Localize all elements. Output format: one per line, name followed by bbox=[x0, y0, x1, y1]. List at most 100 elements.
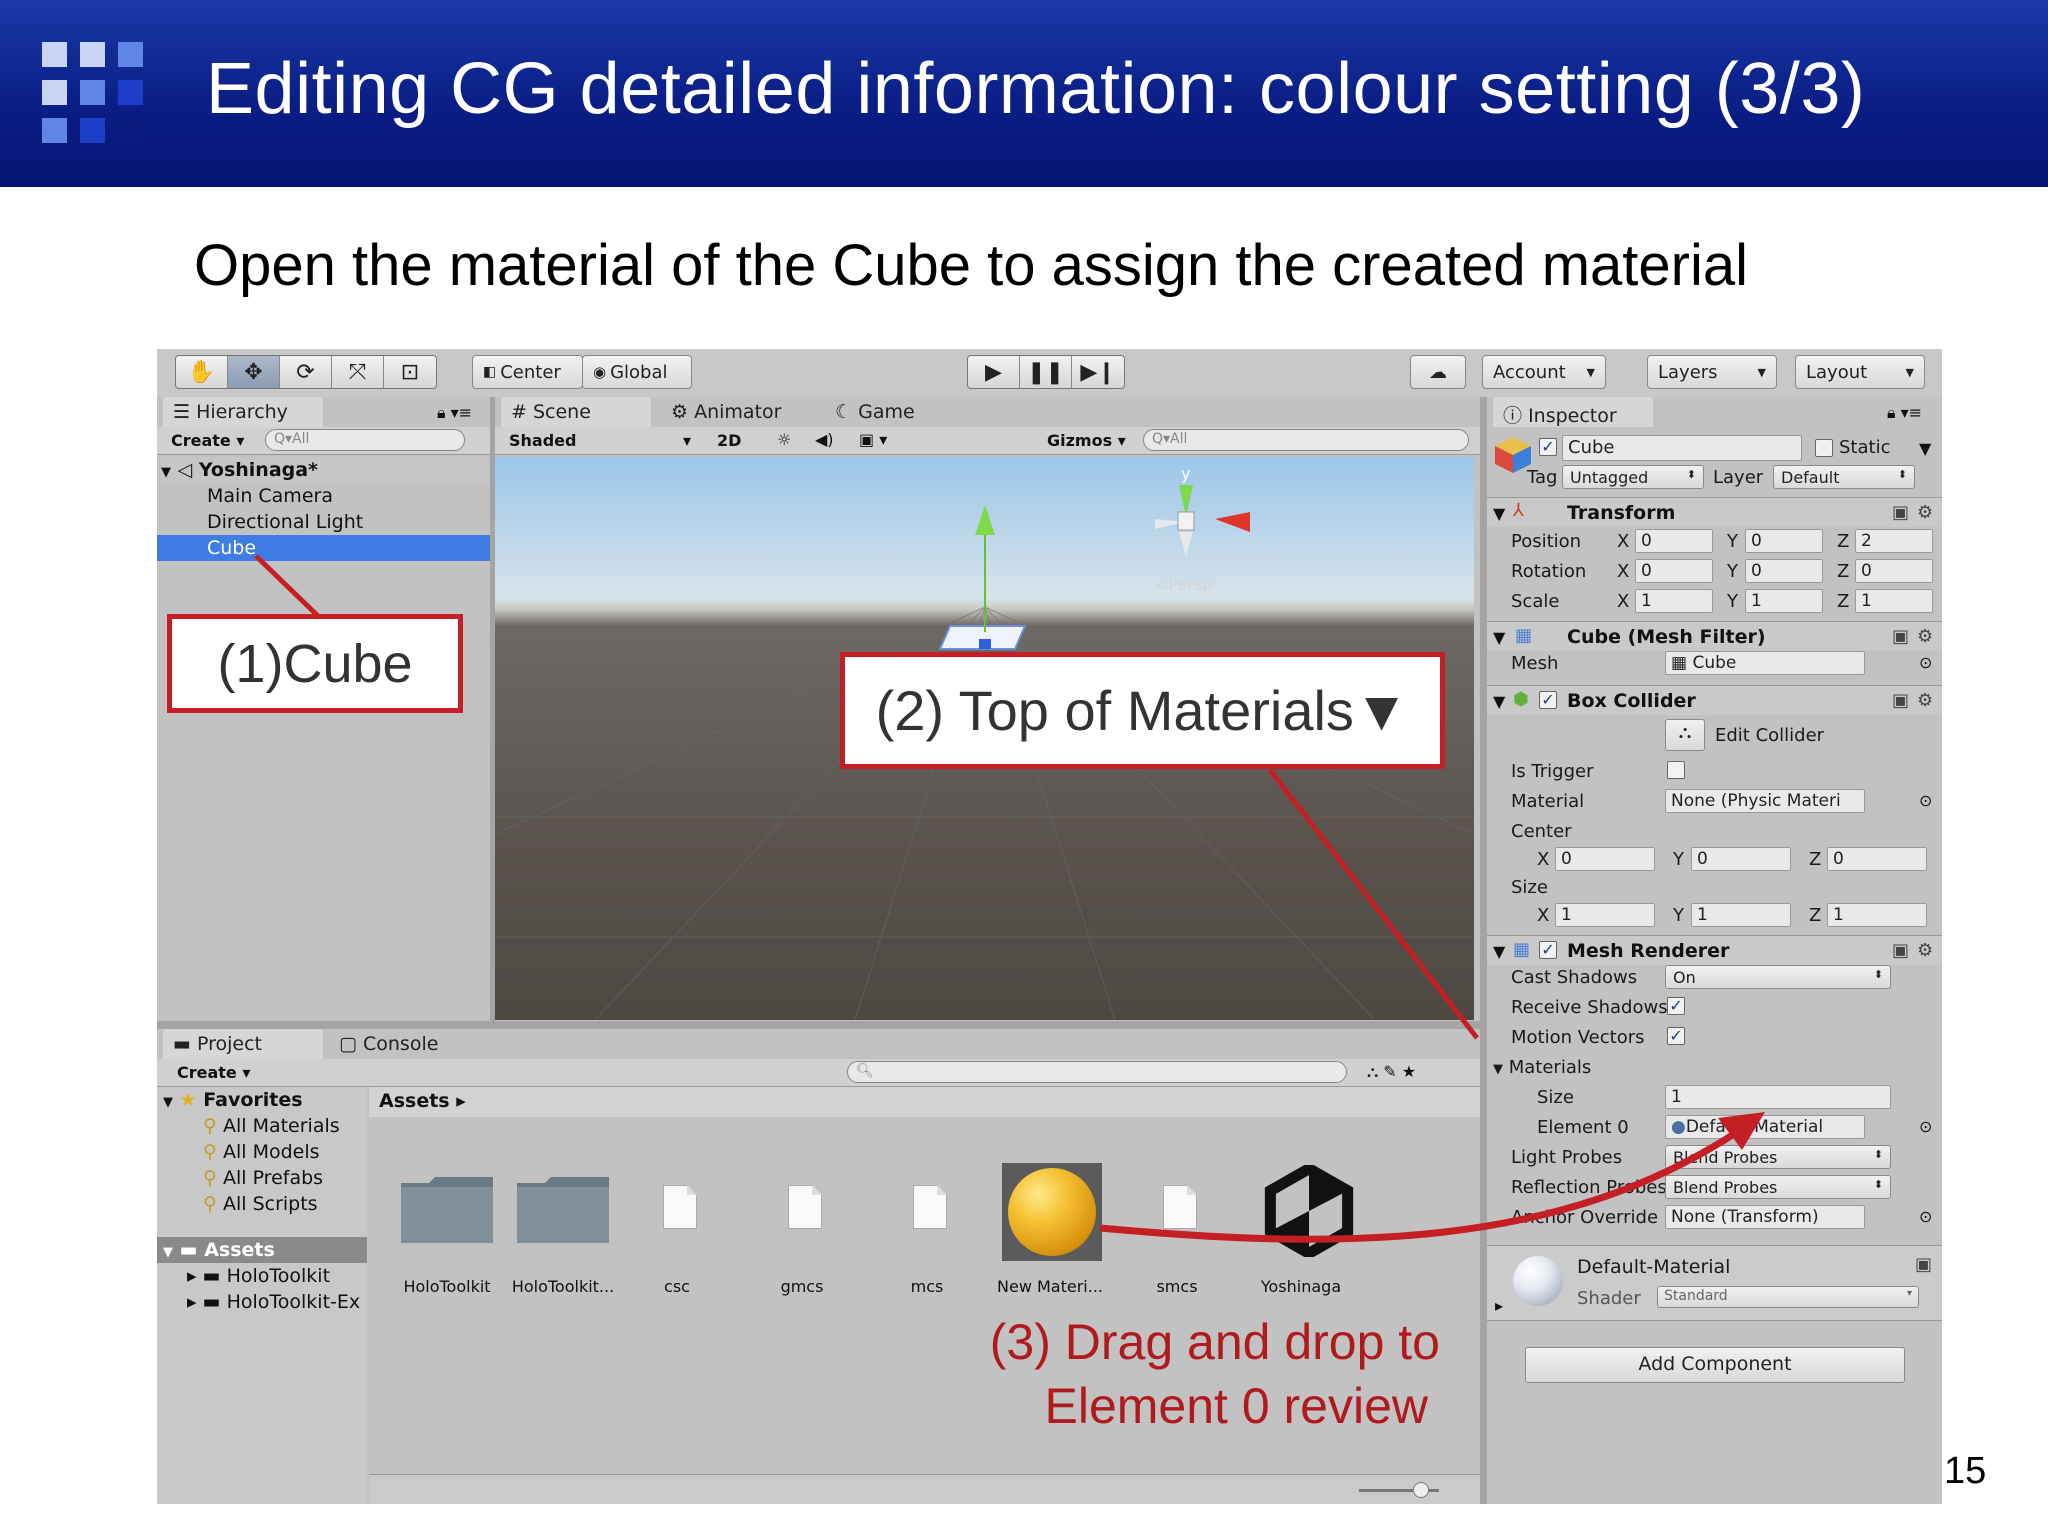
gizmos-dropdown[interactable]: Gizmos ▾ bbox=[1047, 431, 1126, 450]
hierarchy-item-directional-light[interactable]: Directional Light bbox=[207, 509, 363, 535]
favorites-row[interactable]: ▼ ★ Favorites bbox=[163, 1087, 303, 1113]
position-x-label[interactable]: X bbox=[1617, 531, 1629, 552]
hierarchy-search-input[interactable]: Q▾All bbox=[265, 429, 465, 451]
static-arrow-icon[interactable]: ▼ bbox=[1919, 439, 1931, 458]
gear-icon[interactable]: ⚙ bbox=[1917, 940, 1933, 961]
tab-project[interactable]: ▬ Project bbox=[163, 1029, 323, 1059]
project-search-input[interactable]: 🔍︎ bbox=[847, 1061, 1347, 1083]
size-x-field[interactable]: 1 bbox=[1555, 903, 1655, 927]
scene-search-input[interactable]: Q▾All bbox=[1143, 429, 1469, 451]
light-icon[interactable]: ☼ bbox=[777, 430, 791, 449]
tab-scene[interactable]: # Scene bbox=[501, 397, 651, 427]
scale-y-label[interactable]: Y bbox=[1727, 591, 1738, 612]
scale-z-label[interactable]: Z bbox=[1837, 591, 1849, 612]
splitter[interactable] bbox=[157, 1021, 1480, 1029]
help-icon[interactable]: ▣ bbox=[1892, 626, 1909, 647]
account-dropdown[interactable]: Account ▼ bbox=[1482, 355, 1606, 389]
object-picker-icon[interactable]: ⊙ bbox=[1919, 1117, 1932, 1136]
rotation-z-field[interactable]: 0 bbox=[1855, 559, 1933, 583]
object-picker-icon[interactable]: ⊙ bbox=[1919, 653, 1932, 672]
box-collider-checkbox[interactable]: ✓ bbox=[1539, 691, 1557, 709]
filter-icons[interactable]: ⛬ ✎ ★ bbox=[1367, 1062, 1416, 1082]
collider-material-field[interactable]: None (Physic Materi bbox=[1665, 789, 1865, 813]
persp-label[interactable]: <Persp bbox=[1155, 575, 1212, 594]
position-y-field[interactable]: 0 bbox=[1745, 529, 1823, 553]
create-button[interactable]: Create ▾ bbox=[171, 431, 244, 450]
position-x-field[interactable]: 0 bbox=[1635, 529, 1713, 553]
scene-root-row[interactable]: ▼ ◁ Yoshinaga* bbox=[161, 457, 490, 483]
tab-game[interactable]: ☾ Game bbox=[825, 397, 945, 427]
zoom-slider-handle[interactable] bbox=[1413, 1482, 1429, 1498]
shading-dropdown[interactable]: Shaded bbox=[509, 431, 576, 450]
size-x-label[interactable]: X bbox=[1537, 905, 1549, 926]
cloud-icon[interactable]: ☁ bbox=[1410, 355, 1466, 389]
rotation-x-label[interactable]: X bbox=[1617, 561, 1629, 582]
rotation-x-field[interactable]: 0 bbox=[1635, 559, 1713, 583]
asset-folder-holotoolkit-ex[interactable]: ▸ ▬ HoloToolkit-Ex bbox=[187, 1289, 360, 1315]
material-preview-section[interactable]: ▸ Default-Material Shader Standard ▾ ▣ bbox=[1487, 1245, 1942, 1321]
assets-root-row[interactable]: ▼ ▬ Assets bbox=[157, 1237, 367, 1263]
materials-label[interactable]: ▼ Materials bbox=[1493, 1057, 1591, 1078]
cast-shadows-dropdown[interactable]: On ⬍ bbox=[1665, 965, 1891, 989]
size-z-field[interactable]: 1 bbox=[1827, 903, 1927, 927]
rect-icon[interactable]: ⊡ bbox=[384, 356, 436, 388]
mesh-renderer-checkbox[interactable]: ✓ bbox=[1539, 941, 1557, 959]
object-name-field[interactable]: Cube bbox=[1562, 435, 1802, 461]
static-checkbox[interactable] bbox=[1815, 439, 1833, 457]
play-icon[interactable]: ▶ bbox=[968, 356, 1020, 388]
asset-mcs[interactable]: mcs bbox=[867, 1165, 987, 1305]
light-probes-dropdown[interactable]: Blend Probes ⬍ bbox=[1665, 1145, 1891, 1169]
rotate-icon[interactable]: ⟳ bbox=[280, 356, 332, 388]
scale-z-field[interactable]: 1 bbox=[1855, 589, 1933, 613]
scale-x-label[interactable]: X bbox=[1617, 591, 1629, 612]
motion-vectors-checkbox[interactable]: ✓ bbox=[1667, 1027, 1685, 1045]
element0-field[interactable]: ●Default-Material bbox=[1665, 1115, 1865, 1139]
center-y-field[interactable]: 0 bbox=[1691, 847, 1791, 871]
asset-yoshinaga[interactable]: Yoshinaga bbox=[1241, 1165, 1361, 1305]
asset-holotoolkit-ex[interactable]: HoloToolkit... bbox=[503, 1165, 623, 1305]
pause-icon[interactable]: ❚❚ bbox=[1020, 356, 1072, 388]
active-checkbox[interactable]: ✓ bbox=[1539, 438, 1557, 456]
favorite-item-all-materials[interactable]: ⚲ All Materials bbox=[203, 1113, 340, 1139]
layout-dropdown[interactable]: Layout ▼ bbox=[1795, 355, 1925, 389]
materials-size-field[interactable]: 1 bbox=[1665, 1085, 1891, 1109]
breadcrumb[interactable]: Assets ▸ bbox=[379, 1090, 466, 1112]
object-picker-icon[interactable]: ⊙ bbox=[1919, 791, 1932, 810]
scale-y-field[interactable]: 1 bbox=[1745, 589, 1823, 613]
is-trigger-checkbox[interactable] bbox=[1667, 761, 1685, 779]
mesh-field[interactable]: ▦ Cube bbox=[1665, 651, 1865, 675]
splitter[interactable] bbox=[490, 397, 495, 1021]
favorite-item-all-prefabs[interactable]: ⚲ All Prefabs bbox=[203, 1165, 323, 1191]
tag-dropdown[interactable]: Untagged ⬍ bbox=[1562, 465, 1704, 489]
object-picker-icon[interactable]: ⊙ bbox=[1919, 1207, 1932, 1226]
tab-inspector[interactable]: ⓘ Inspector bbox=[1493, 397, 1653, 427]
edit-collider-button[interactable]: ⛬ bbox=[1665, 719, 1705, 751]
receive-shadows-checkbox[interactable]: ✓ bbox=[1667, 997, 1685, 1015]
asset-csc[interactable]: csc bbox=[617, 1165, 737, 1305]
shader-dropdown[interactable]: Standard ▾ bbox=[1657, 1286, 1919, 1308]
center-x-label[interactable]: X bbox=[1537, 849, 1549, 870]
move-icon[interactable]: ✥ bbox=[228, 356, 280, 388]
tab-animator[interactable]: ⚙ Animator bbox=[661, 397, 816, 427]
create-button[interactable]: Create ▾ bbox=[177, 1063, 250, 1082]
image-icon[interactable]: ▣ ▾ bbox=[859, 430, 887, 449]
mesh-renderer-header[interactable]: ▼ ▦ ✓ Mesh Renderer ▣ ⚙ bbox=[1487, 935, 1942, 965]
hierarchy-item-cube[interactable]: Cube bbox=[157, 535, 490, 561]
size-z-label[interactable]: Z bbox=[1809, 905, 1821, 926]
mode-2d-button[interactable]: 2D bbox=[717, 431, 741, 450]
layers-dropdown[interactable]: Layers ▼ bbox=[1647, 355, 1777, 389]
cube-object[interactable] bbox=[938, 505, 1027, 650]
center-z-field[interactable]: 0 bbox=[1827, 847, 1927, 871]
asset-smcs[interactable]: smcs bbox=[1117, 1165, 1237, 1305]
gear-icon[interactable]: ⚙ bbox=[1917, 502, 1933, 523]
pivot-center-button[interactable]: ◧ Center bbox=[472, 355, 583, 389]
asset-gmcs[interactable]: gmcs bbox=[742, 1165, 862, 1305]
gear-icon[interactable]: ⚙ bbox=[1917, 690, 1933, 711]
scale-icon[interactable]: ⤧ bbox=[332, 356, 384, 388]
audio-icon[interactable]: ◀) bbox=[815, 430, 834, 449]
asset-new-material[interactable]: New Materi... bbox=[990, 1163, 1110, 1305]
position-y-label[interactable]: Y bbox=[1727, 531, 1738, 552]
layer-dropdown[interactable]: Default ⬍ bbox=[1773, 465, 1915, 489]
rotation-y-field[interactable]: 0 bbox=[1745, 559, 1823, 583]
position-z-field[interactable]: 2 bbox=[1855, 529, 1933, 553]
